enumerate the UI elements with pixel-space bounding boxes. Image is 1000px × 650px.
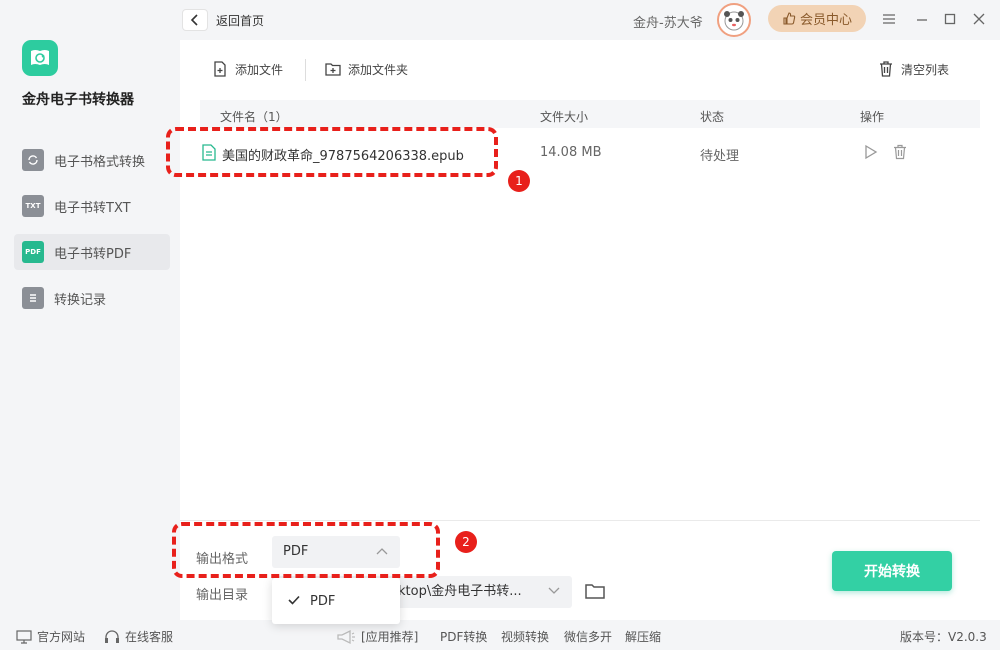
website-link[interactable]: 官方网站 [16,628,85,645]
file-size: 14.08 MB [540,145,602,160]
vip-label: 会员中心 [799,13,852,28]
format-option-pdf[interactable]: PDF [272,578,400,624]
clear-list-button[interactable]: 清空列表 [877,60,949,78]
footer-link-pdf[interactable]: PDF转换 [440,628,487,645]
record-icon [22,287,44,309]
pdf-icon: PDF [22,241,44,263]
footer-link-unzip[interactable]: 解压缩 [625,628,661,645]
trash-icon [880,61,892,77]
annotation-box-2 [172,522,440,578]
sidebar-item-label: 电子书转TXT [54,200,131,216]
support-label: 在线客服 [125,630,174,644]
support-link[interactable]: 在线客服 [104,628,173,645]
file-status: 待处理 [700,149,740,164]
website-label: 官方网站 [37,630,86,644]
start-convert-button[interactable]: 开始转换 [832,551,952,591]
chevron-left-icon [190,14,198,26]
sidebar-item-format-convert[interactable]: 电子书格式转换 [14,142,170,178]
folder-icon[interactable] [584,581,606,605]
menu-icon[interactable] [880,10,898,28]
table-header: 文件名（1） 文件大小 状态 操作 [200,100,980,128]
sidebar-item-to-txt[interactable]: TXT 电子书转TXT [14,188,170,224]
txt-icon: TXT [22,195,44,217]
sidebar-item-label: 转换记录 [54,292,107,308]
clear-list-label: 清空列表 [901,62,950,77]
back-label[interactable]: 返回首页 [216,12,264,29]
format-option-label: PDF [310,593,336,609]
avatar[interactable] [717,3,751,37]
format-dropdown: PDF [272,578,400,624]
footer-link-wechat[interactable]: 微信多开 [564,628,612,645]
add-file-icon [214,61,226,77]
username: 金舟-苏大爷 [633,16,703,31]
annotation-badge-1: 1 [508,170,530,192]
back-button[interactable] [182,9,208,31]
column-header-status: 状态 [700,110,725,124]
output-dir-label: 输出目录 [196,588,249,603]
monitor-icon [16,629,32,644]
sidebar-item-to-pdf[interactable]: PDF 电子书转PDF [14,234,170,270]
sidebar-item-label: 电子书格式转换 [54,154,146,170]
check-icon [288,594,300,609]
sidebar-item-records[interactable]: 转换记录 [14,280,170,316]
column-header-actions: 操作 [860,110,885,124]
thumbs-up-icon [783,11,796,25]
add-folder-icon [325,63,341,76]
add-file-label: 添加文件 [235,62,284,77]
toolbar-divider [305,59,306,81]
topbar: 返回首页 金舟-苏大爷 会员中心 [180,0,1000,40]
column-header-size: 文件大小 [540,110,589,124]
column-header-name: 文件名（1） [220,110,288,124]
panda-avatar-icon [724,11,744,31]
footer: 官方网站 在线客服 [应用推荐] PDF转换 视频转换 微信多开 解压缩 版本号… [0,620,1000,650]
sidebar: 金舟电子书转换器 电子书格式转换 TXT 电子书转TXT PDF 电子书转PDF… [0,0,180,620]
play-icon[interactable] [864,144,878,164]
recommend-label: [应用推荐] [361,630,419,644]
close-icon[interactable] [970,10,988,28]
maximize-icon[interactable] [941,10,959,28]
add-folder-button[interactable]: 添加文件夹 [324,60,408,78]
footer-link-video[interactable]: 视频转换 [501,628,549,645]
recommend-link[interactable]: [应用推荐] [336,628,418,645]
chevron-down-icon [548,576,560,608]
version-label: 版本号：V2.0.3 [900,630,987,644]
headset-icon [105,629,119,643]
minimize-icon[interactable] [913,10,931,28]
vip-center-button[interactable]: 会员中心 [768,5,866,32]
add-folder-label: 添加文件夹 [348,62,409,77]
convert-icon [22,149,44,171]
delete-icon[interactable] [892,144,908,164]
sidebar-item-label: 电子书转PDF [54,246,132,262]
megaphone-icon [337,629,355,644]
app-name: 金舟电子书转换器 [22,92,134,108]
app-logo-icon [22,40,58,76]
output-dir-value: ktop\金舟电子书转... [398,584,522,599]
bottom-divider [180,520,980,521]
annotation-box-1 [166,127,498,177]
annotation-badge-2: 2 [455,531,477,553]
add-file-button[interactable]: 添加文件 [211,60,283,78]
